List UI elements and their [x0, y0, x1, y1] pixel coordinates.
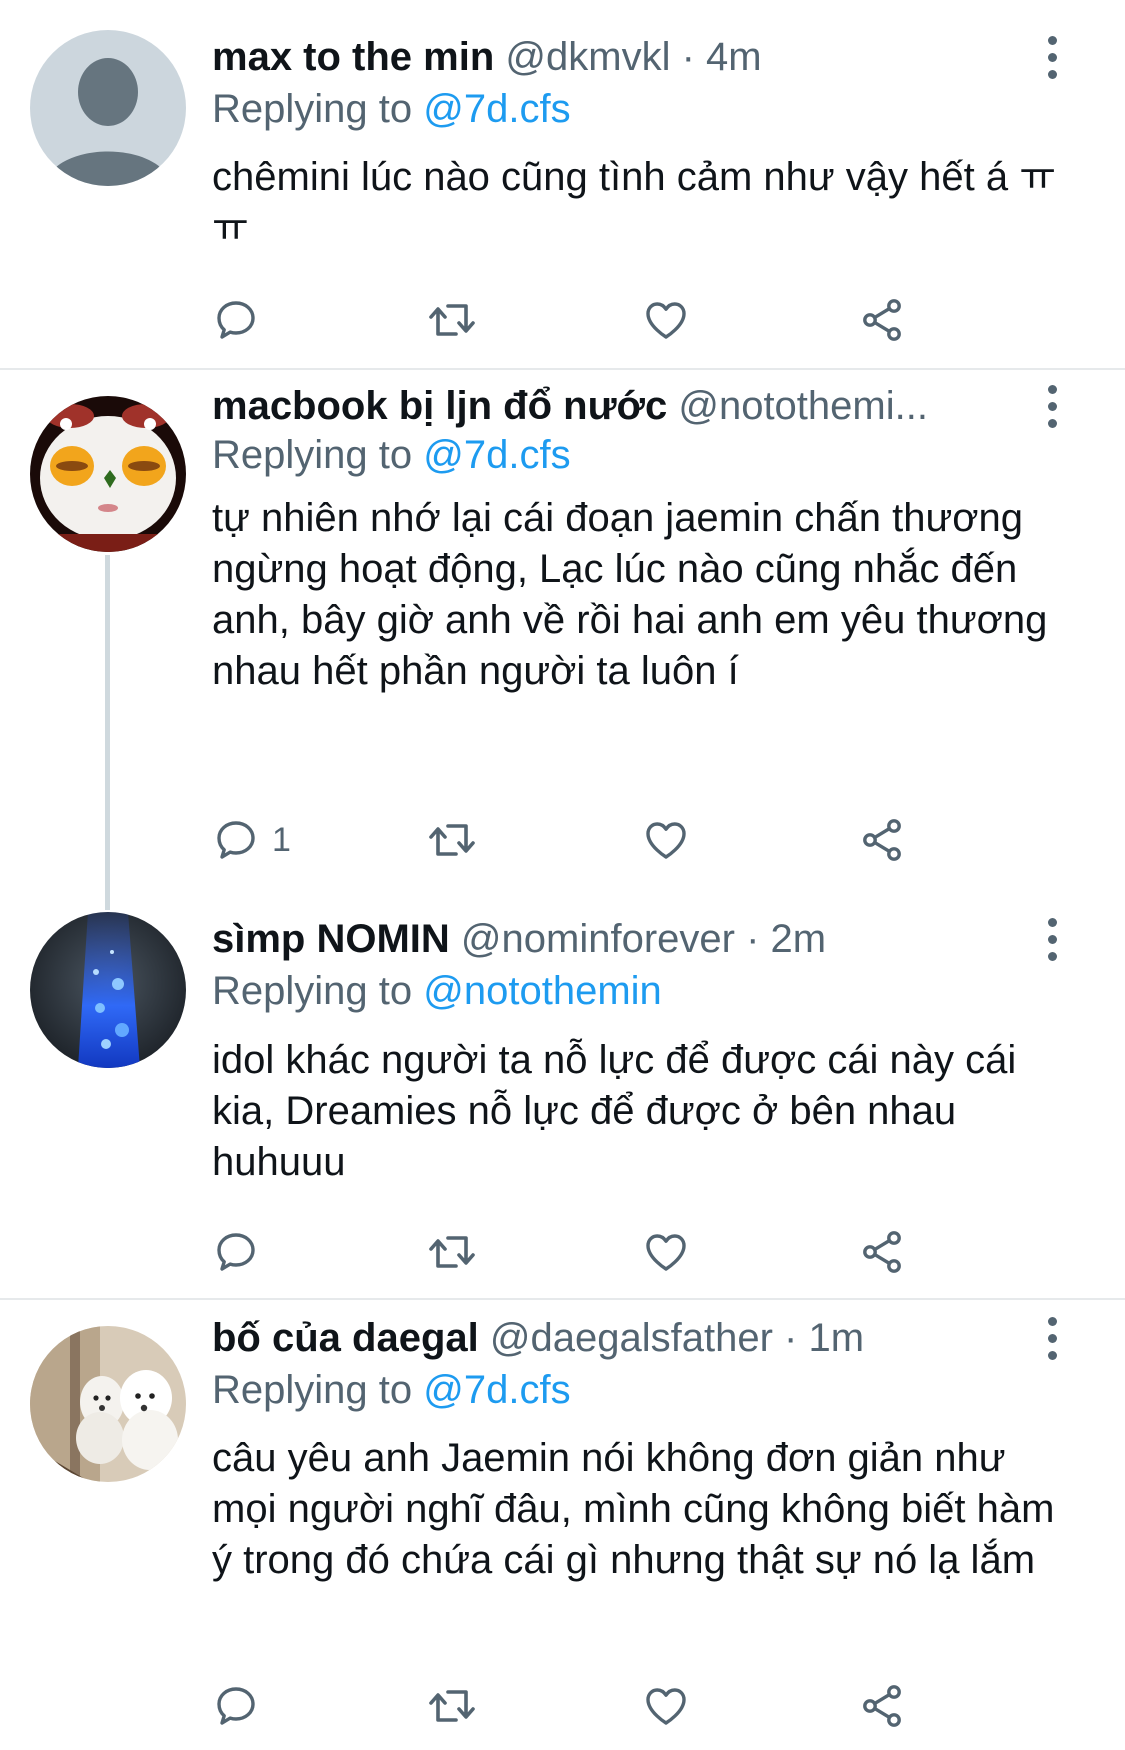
more-vertical-icon[interactable] [1037, 381, 1067, 431]
retweet-icon [429, 1236, 475, 1268]
heart-icon [646, 302, 686, 339]
reply-icon [217, 1687, 255, 1725]
timestamp[interactable]: 2m [771, 917, 827, 961]
replying-prefix: Replying to [212, 969, 413, 1013]
retweet-button[interactable] [426, 290, 478, 350]
display-name[interactable]: macbook bị ljn đổ nước [212, 384, 667, 428]
tweet-header: bố của daegal @daegalsfather · 1m [212, 1313, 1005, 1363]
separator-dot: · [784, 1316, 798, 1360]
retweet-button[interactable] [426, 1222, 478, 1282]
user-handle[interactable]: @nominforever [461, 917, 735, 961]
tweet-text: câu yêu anh Jaemin nói không đơn giản nh… [212, 1436, 1055, 1582]
replying-prefix: Replying to [212, 87, 413, 131]
replying-prefix: Replying to [212, 433, 413, 477]
separator-dot: · [681, 35, 695, 79]
mention-link[interactable]: @7d.cfs [423, 1368, 570, 1412]
mention-link[interactable]: @notothemin [423, 969, 662, 1013]
replying-to: Replying to @7d.cfs [212, 1365, 571, 1415]
tweet-actions [212, 1676, 912, 1736]
blue-sparkle-avatar-icon [30, 912, 186, 1068]
user-handle[interactable]: @dkmvkl [505, 35, 670, 79]
like-button[interactable] [642, 1222, 690, 1282]
user-handle[interactable]: @notothemi... [678, 384, 928, 428]
like-button[interactable] [642, 1676, 690, 1736]
mention-link[interactable]: @7d.cfs [423, 433, 570, 477]
like-button[interactable] [642, 810, 690, 870]
share-button[interactable] [858, 1222, 906, 1282]
share-icon [863, 299, 901, 341]
reply-feed: max to the min @dkmvkl · 4m Replying to … [0, 0, 1125, 1750]
tweet[interactable]: sìmp NOMIN @nominforever · 2m Replying t… [0, 900, 1125, 1298]
reply-count: 1 [272, 821, 291, 859]
retweet-button[interactable] [426, 810, 478, 870]
default-person-avatar-icon [30, 30, 186, 186]
avatar[interactable] [30, 396, 186, 552]
reply-icon [217, 301, 255, 339]
replying-prefix: Replying to [212, 1368, 413, 1412]
tweet[interactable]: macbook bị ljn đổ nước @notothemi... Rep… [0, 370, 1125, 900]
tweet-text: idol khác người ta nỗ lực để được cái nà… [212, 1038, 1017, 1184]
reply-icon [217, 1233, 255, 1271]
retweet-icon [429, 304, 475, 336]
separator-dot: · [746, 917, 760, 961]
tweet-header: macbook bị ljn đổ nước @notothemi... [212, 381, 1005, 431]
display-name[interactable]: bố của daegal [212, 1316, 479, 1360]
retweet-icon [429, 824, 475, 856]
white-dogs-avatar-icon [30, 1326, 186, 1482]
retweet-icon [429, 1690, 475, 1722]
tweet-header: sìmp NOMIN @nominforever · 2m [212, 914, 1005, 964]
display-name[interactable]: sìmp NOMIN [212, 917, 450, 961]
more-vertical-icon[interactable] [1037, 914, 1067, 964]
tweet-text: tự nhiên nhớ lại cái đoạn jaemin chấn th… [212, 496, 1048, 693]
user-handle[interactable]: @daegalsfather [490, 1316, 773, 1360]
share-button[interactable] [858, 810, 906, 870]
share-button[interactable] [858, 1676, 906, 1736]
reply-button[interactable] [212, 1676, 272, 1736]
character-face-avatar-icon [30, 396, 186, 552]
avatar[interactable] [30, 912, 186, 1068]
tweet-actions: 1 [212, 810, 912, 870]
avatar[interactable] [30, 30, 186, 186]
mention-link[interactable]: @7d.cfs [423, 87, 570, 131]
tweet-actions [212, 290, 912, 350]
replying-to: Replying to @7d.cfs [212, 84, 571, 134]
replying-to: Replying to @7d.cfs [212, 430, 571, 480]
timestamp[interactable]: 4m [706, 35, 762, 79]
share-icon [863, 1231, 901, 1273]
heart-icon [646, 1234, 686, 1271]
avatar[interactable] [30, 1326, 186, 1482]
tweet-text: chêmini lúc nào cũng tình cảm như vậy hế… [212, 155, 1057, 250]
display-name[interactable]: max to the min [212, 35, 494, 79]
share-button[interactable] [858, 290, 906, 350]
share-icon [863, 1685, 901, 1727]
tweet[interactable]: max to the min @dkmvkl · 4m Replying to … [0, 0, 1125, 368]
more-vertical-icon[interactable] [1037, 1313, 1067, 1363]
retweet-button[interactable] [426, 1676, 478, 1736]
like-button[interactable] [642, 290, 690, 350]
reply-button[interactable]: 1 [212, 810, 291, 870]
reply-button[interactable] [212, 1222, 272, 1282]
replying-to: Replying to @notothemin [212, 966, 662, 1016]
heart-icon [646, 1688, 686, 1725]
heart-icon [646, 822, 686, 859]
reply-button[interactable] [212, 290, 272, 350]
tweet-header: max to the min @dkmvkl · 4m [212, 32, 1005, 82]
timestamp[interactable]: 1m [808, 1316, 864, 1360]
reply-icon [217, 821, 255, 859]
more-vertical-icon[interactable] [1037, 32, 1067, 82]
share-icon [863, 819, 901, 861]
tweet[interactable]: bố của daegal @daegalsfather · 1m Replyi… [0, 1300, 1125, 1750]
tweet-actions [212, 1222, 912, 1282]
